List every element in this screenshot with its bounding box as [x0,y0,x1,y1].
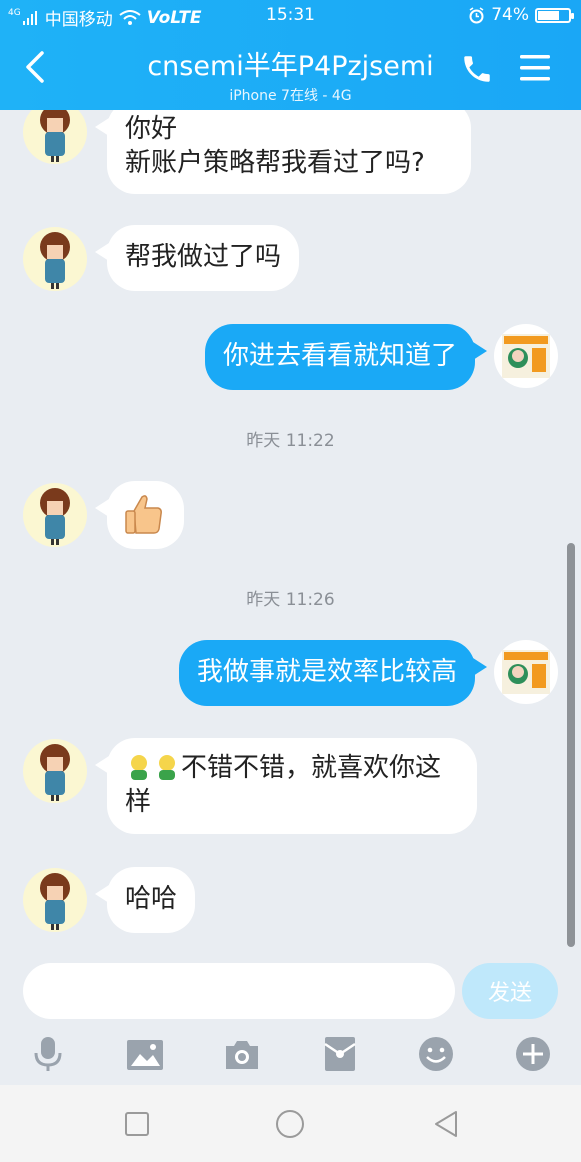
message-text: 帮我做过了吗 [125,242,282,272]
send-button[interactable]: 发送 [462,963,558,1019]
contact-avatar[interactable] [23,227,87,291]
incoming-message[interactable]: 你好 新账户策略帮我看过了吗? [95,110,471,194]
outgoing-message[interactable]: 你进去看看就知道了 [204,324,488,390]
message-text: 不错不错，就喜欢你这 [181,753,442,783]
outgoing-message[interactable]: 我做事就是效率比较高 [178,640,488,706]
menu-icon[interactable] [518,53,552,83]
image-icon[interactable] [125,1034,165,1074]
photo-avatar-icon [502,650,550,694]
phone-call-icon[interactable] [460,52,494,86]
photo-avatar-icon [502,334,550,378]
battery-icon [535,7,574,23]
message-text: 你进去看看就知道了 [222,341,457,371]
scrollbar[interactable] [567,543,575,947]
smiley-emoji-icon [159,755,175,780]
contact-avatar[interactable] [23,868,87,932]
incoming-message[interactable]: 帮我做过了吗 [94,225,300,291]
back-icon[interactable] [430,1107,464,1141]
plus-icon[interactable] [513,1034,553,1074]
contact-avatar[interactable] [23,110,87,164]
my-avatar[interactable] [494,640,558,704]
message-input[interactable] [23,963,455,1019]
smiley-emoji-icon [131,755,147,780]
girl-avatar-icon [40,110,70,162]
alarm-icon [469,6,484,23]
timestamp: 昨天 11:26 [246,590,335,610]
girl-avatar-icon [40,488,70,545]
incoming-message[interactable]: 不错不错，就喜欢你这 样 [95,738,477,834]
message-text: 哈哈 [125,884,178,914]
camera-icon[interactable] [222,1034,262,1074]
status-right: 74% [468,5,574,25]
chat-header: 4G 中国移动 VoLTE 15:31 74% cnsemi半年P4Pzjsem… [0,0,581,110]
back-arrow-icon[interactable] [22,50,48,84]
message-text-line: 样 [125,787,152,817]
conversation-title-block[interactable]: cnsemi半年P4Pzjsemi iPhone 7在线 - 4G [100,44,481,105]
thumbs-up-icon [125,495,162,534]
battery-percent: 74% [491,5,529,25]
red-packet-icon[interactable] [320,1034,360,1074]
girl-avatar-icon [40,873,70,930]
contact-avatar[interactable] [23,483,87,547]
battery-fill [538,10,560,20]
emoji-icon[interactable] [416,1034,456,1074]
composer-toolbar [0,1030,581,1085]
recents-icon[interactable] [120,1107,154,1141]
message-text-line: 你好 [125,114,178,144]
system-nav-bar [0,1085,581,1162]
message-text-line: 新账户策略帮我看过了吗? [125,148,425,178]
message-text-line: 不错不错，就喜欢你这 [125,751,459,785]
microphone-icon[interactable] [28,1034,68,1074]
conversation-title: cnsemi半年P4Pzjsemi [147,51,434,82]
composer: 发送 [0,955,581,1030]
home-icon[interactable] [273,1107,307,1141]
status-bar: 4G 中国移动 VoLTE 15:31 74% [0,0,581,30]
my-avatar[interactable] [494,324,558,388]
incoming-message[interactable] [95,481,184,549]
message-text: 我做事就是效率比较高 [196,657,457,687]
girl-avatar-icon [40,232,70,289]
girl-avatar-icon [40,744,70,801]
message-list[interactable]: 你好 新账户策略帮我看过了吗? 帮我做过了吗 你进去看看就知道了 昨天 11:2… [0,110,581,955]
contact-avatar[interactable] [23,739,87,803]
timestamp: 昨天 11:22 [246,431,335,451]
incoming-message[interactable]: 哈哈 [94,867,196,933]
online-status: iPhone 7在线 - 4G [229,88,352,104]
